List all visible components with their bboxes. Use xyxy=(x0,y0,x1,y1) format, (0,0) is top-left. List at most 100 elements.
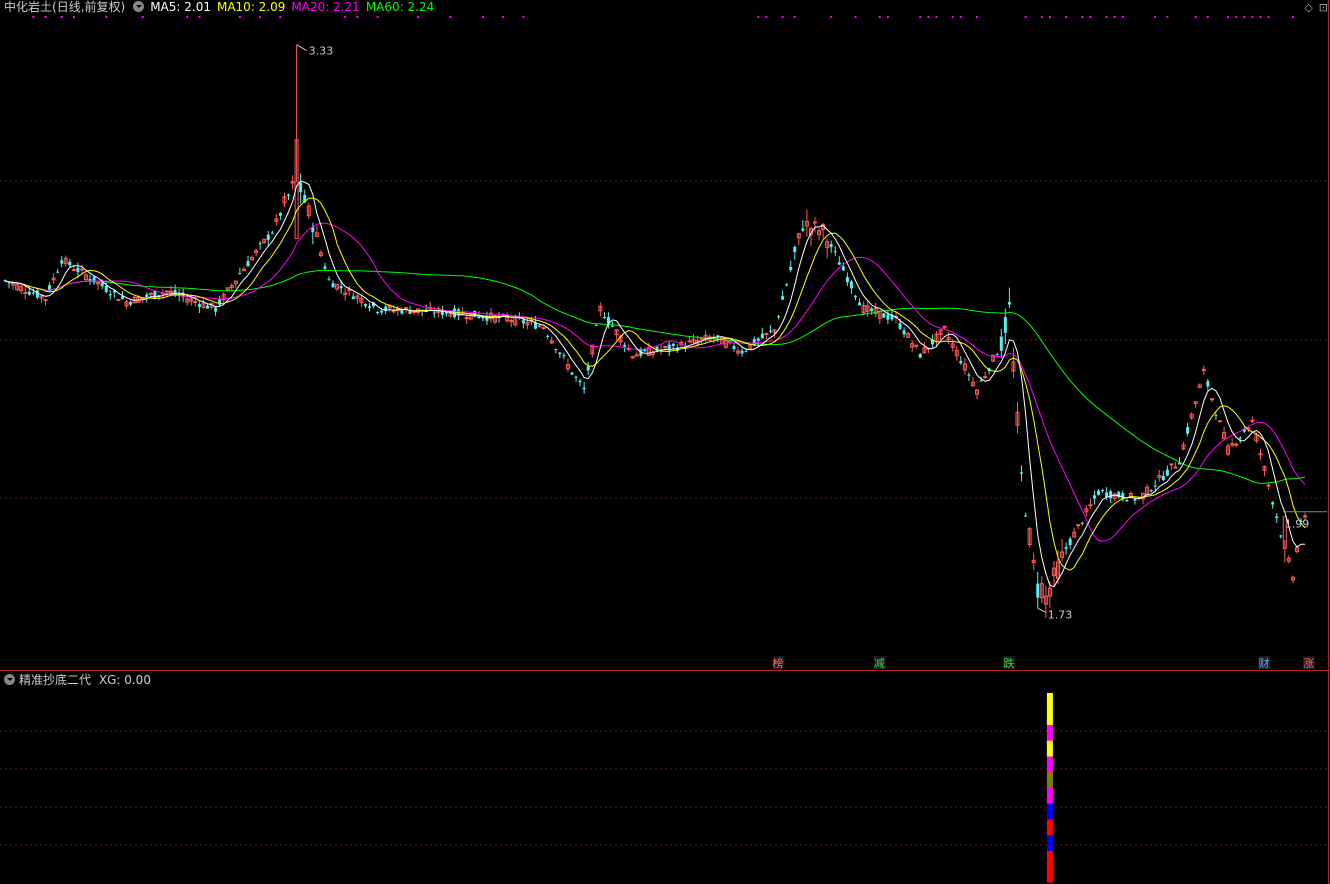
signal-dot xyxy=(1267,16,1270,18)
candle-body xyxy=(768,330,772,332)
candle-body xyxy=(246,261,250,267)
signal-dot xyxy=(830,16,833,18)
candle-body xyxy=(287,194,290,196)
candle-body xyxy=(43,299,48,302)
signal-dot xyxy=(522,16,525,18)
candle-body xyxy=(1080,522,1084,524)
candle-body xyxy=(537,325,542,328)
indicator-signal-bar xyxy=(1046,771,1053,788)
signal-dot xyxy=(259,16,262,18)
signal-dot xyxy=(417,16,420,18)
candle-body xyxy=(886,314,890,320)
event-tag: 财 xyxy=(1259,656,1270,670)
signal-dot xyxy=(1081,16,1084,18)
candle-body xyxy=(7,282,11,284)
candle-body xyxy=(1186,427,1190,434)
candle-body xyxy=(914,344,919,347)
candle-body xyxy=(299,182,303,193)
expand-icon[interactable]: ⊡ xyxy=(1319,1,1328,14)
signal-dot xyxy=(781,16,784,18)
candle-body xyxy=(829,244,833,248)
signal-dot xyxy=(44,16,47,18)
signal-dot xyxy=(32,16,35,18)
candle-body xyxy=(756,338,760,341)
signal-dot xyxy=(878,16,881,18)
chevron-down-icon[interactable] xyxy=(133,1,145,12)
candle-body xyxy=(554,349,558,351)
signal-dot xyxy=(976,16,978,18)
candle-body xyxy=(270,232,274,234)
signal-dot xyxy=(1166,16,1169,18)
candle-body xyxy=(165,290,169,293)
indicator-header: 精准抄底二代 XG: 0.00 xyxy=(4,673,151,687)
signal-dot xyxy=(344,16,347,18)
signal-dot xyxy=(279,16,282,18)
candle-body xyxy=(546,335,550,337)
signal-dot xyxy=(1065,16,1068,18)
signal-dot xyxy=(1206,16,1209,18)
signal-dot xyxy=(1089,16,1092,18)
ma5-line xyxy=(4,180,1306,588)
candle-body xyxy=(541,327,546,330)
high-price-label: 3.33 xyxy=(309,45,334,58)
candle-body xyxy=(1206,381,1210,387)
candle-body xyxy=(959,360,963,364)
candle-body xyxy=(586,366,590,371)
signal-dot xyxy=(60,16,63,18)
candle-body xyxy=(76,267,80,273)
candle-body xyxy=(611,325,614,327)
candle-body xyxy=(1036,583,1040,598)
candle-body xyxy=(983,376,988,379)
candle-body xyxy=(732,346,736,349)
signal-dot xyxy=(376,16,379,18)
signal-dot xyxy=(502,16,505,18)
candle-body xyxy=(995,354,999,356)
diamond-icon[interactable]: ◇ xyxy=(1304,1,1312,14)
annotation-arrow xyxy=(296,44,307,52)
candle-body xyxy=(849,281,853,289)
candle-body xyxy=(578,380,582,383)
candle-body xyxy=(363,304,367,307)
kline-chart[interactable]: 3.33 1.73 1.99 榜 减 跌 财 涨 xyxy=(0,0,1330,884)
candle-body xyxy=(558,352,562,355)
annotation-arrow xyxy=(1037,607,1046,613)
candle-body xyxy=(845,277,849,283)
candle-body xyxy=(1125,499,1129,502)
signal-dot xyxy=(186,16,189,18)
candle-body xyxy=(1214,415,1218,417)
indicator-signal-bar xyxy=(1046,756,1053,773)
chevron-down-icon[interactable] xyxy=(4,674,15,685)
chart-header: 中化岩土(日线,前复权) MA5: 2.01 MA10: 2.09 MA20: 2.2… xyxy=(4,0,446,14)
candle-body xyxy=(71,269,76,272)
candle-body xyxy=(918,353,922,358)
candle-body xyxy=(197,304,201,307)
candle-body xyxy=(793,246,797,252)
signal-dot xyxy=(141,16,144,18)
signal-dot xyxy=(1154,16,1157,18)
candle-body xyxy=(785,284,789,286)
candle-body xyxy=(740,350,744,354)
candle-body xyxy=(789,266,793,271)
candle-body xyxy=(351,296,355,300)
candle-body xyxy=(278,212,282,216)
candle-body xyxy=(582,387,586,390)
candle-body xyxy=(760,333,764,339)
candle-body xyxy=(380,310,384,313)
candle-body xyxy=(1088,504,1093,507)
candle-body xyxy=(1133,499,1137,501)
candle-body xyxy=(1234,443,1239,446)
indicator-signal-bar xyxy=(1046,803,1053,820)
signal-dot xyxy=(449,16,452,18)
candle-body xyxy=(1076,524,1081,527)
candle-body xyxy=(1173,466,1178,469)
candle-body xyxy=(837,262,841,265)
stock-name: 中化岩土 xyxy=(4,0,53,14)
candle-body xyxy=(1020,472,1024,474)
signal-dot xyxy=(935,16,938,18)
signal-dot xyxy=(1227,16,1230,18)
candle-body xyxy=(35,290,39,298)
signal-dot xyxy=(356,16,359,18)
candle-body xyxy=(376,312,380,314)
candle-body xyxy=(368,306,371,309)
candle-body xyxy=(1271,502,1275,505)
